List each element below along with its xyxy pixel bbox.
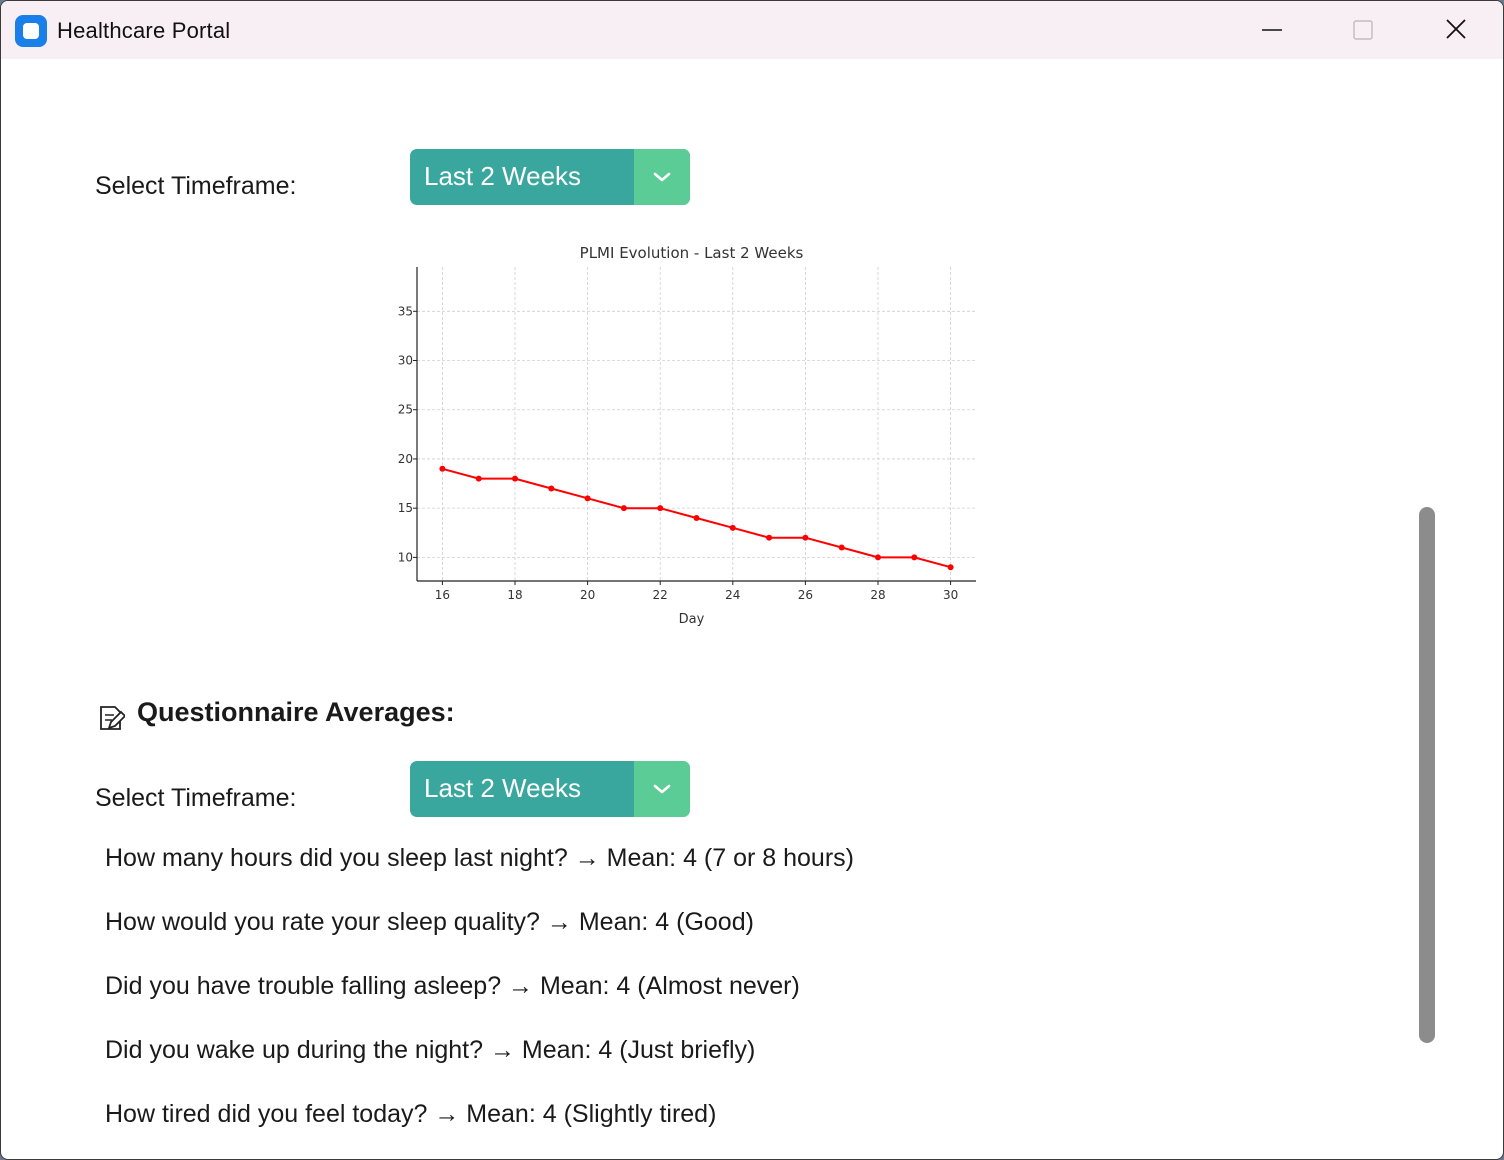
- data-point: [693, 515, 700, 522]
- plmi-timeframe-arrow[interactable]: [634, 149, 690, 205]
- x-tick-label: 26: [798, 588, 813, 602]
- x-tick-label: 30: [943, 588, 958, 602]
- x-tick-label: 18: [507, 588, 522, 602]
- questionnaire-item: How many hours did you sleep last night?…: [105, 844, 854, 872]
- data-point: [947, 564, 954, 571]
- questionnaire-item: How tired did you feel today? → Mean: 4 …: [105, 1100, 717, 1128]
- chart-title: PLMI Evolution - Last 2 Weeks: [580, 244, 804, 262]
- chevron-down-icon: [653, 784, 671, 794]
- data-point: [475, 475, 482, 482]
- data-point: [548, 485, 555, 492]
- x-tick-label: 22: [653, 588, 668, 602]
- chevron-down-icon: [653, 172, 671, 182]
- y-tick-label: 25: [398, 403, 413, 417]
- data-point: [766, 534, 773, 541]
- questionnaire-timeframe-arrow[interactable]: [634, 761, 690, 817]
- maximize-button[interactable]: [1318, 1, 1410, 59]
- data-point: [512, 475, 519, 482]
- data-point: [584, 495, 591, 502]
- main-content: Select Timeframe: Last 2 Weeks 16 18 20 22 2…: [1, 59, 1503, 1159]
- data-point: [620, 505, 627, 512]
- y-tick-label: 10: [398, 550, 413, 564]
- data-point: [439, 465, 446, 472]
- memo-icon: [100, 706, 125, 730]
- app-icon: [15, 15, 47, 47]
- maximize-icon: [1353, 20, 1373, 40]
- close-button[interactable]: [1410, 1, 1502, 59]
- x-tick-label: 28: [870, 588, 885, 602]
- plmi-timeframe-dropdown[interactable]: Last 2 Weeks: [410, 149, 690, 205]
- x-tick-label: 16: [435, 588, 450, 602]
- questionnaire-item: How would you rate your sleep quality? →…: [105, 908, 754, 936]
- data-point: [838, 544, 845, 551]
- minimize-button[interactable]: [1226, 1, 1318, 59]
- data-point: [729, 524, 736, 531]
- x-tick-label: 20: [580, 588, 595, 602]
- questionnaire-item: Did you have trouble falling asleep? → M…: [105, 972, 800, 1000]
- questionnaire-timeframe-label: Select Timeframe:: [95, 784, 297, 812]
- plmi-chart-svg: 16 18 20 22 24 26 28 30 10 15 20 25 30 35 PLMI Evoluti…: [398, 244, 976, 627]
- vertical-scrollbar[interactable]: [1419, 507, 1435, 1043]
- y-tick-label: 15: [398, 501, 413, 515]
- questionnaire-item: Did you wake up during the night? → Mean…: [105, 1036, 756, 1064]
- y-tick-label: 20: [398, 452, 413, 466]
- y-tick-label: 35: [398, 304, 413, 318]
- window-title: Healthcare Portal: [57, 18, 231, 43]
- close-icon: [1446, 19, 1466, 39]
- plmi-timeframe-value: Last 2 Weeks: [424, 161, 582, 191]
- title-bar: Healthcare Portal: [1, 1, 1503, 59]
- data-point: [874, 554, 881, 561]
- questionnaire-title: Questionnaire Averages:: [137, 697, 455, 727]
- plmi-timeframe-label: Select Timeframe:: [95, 172, 297, 200]
- data-point: [911, 554, 918, 561]
- questionnaire-timeframe-value: Last 2 Weeks: [424, 773, 582, 803]
- data-point: [657, 505, 664, 512]
- plmi-chart: 16 18 20 22 24 26 28 30 10 15 20 25 30 35 PLMI Evoluti…: [381, 234, 1001, 634]
- y-tick-label: 30: [398, 354, 413, 368]
- minimize-icon: [1262, 29, 1282, 31]
- data-point: [802, 534, 809, 541]
- x-axis-label: Day: [679, 612, 705, 627]
- app-window: Healthcare Portal Select Timeframe: Last…: [0, 0, 1504, 1160]
- x-tick-label: 24: [725, 588, 740, 602]
- questionnaire-timeframe-dropdown[interactable]: Last 2 Weeks: [410, 761, 690, 817]
